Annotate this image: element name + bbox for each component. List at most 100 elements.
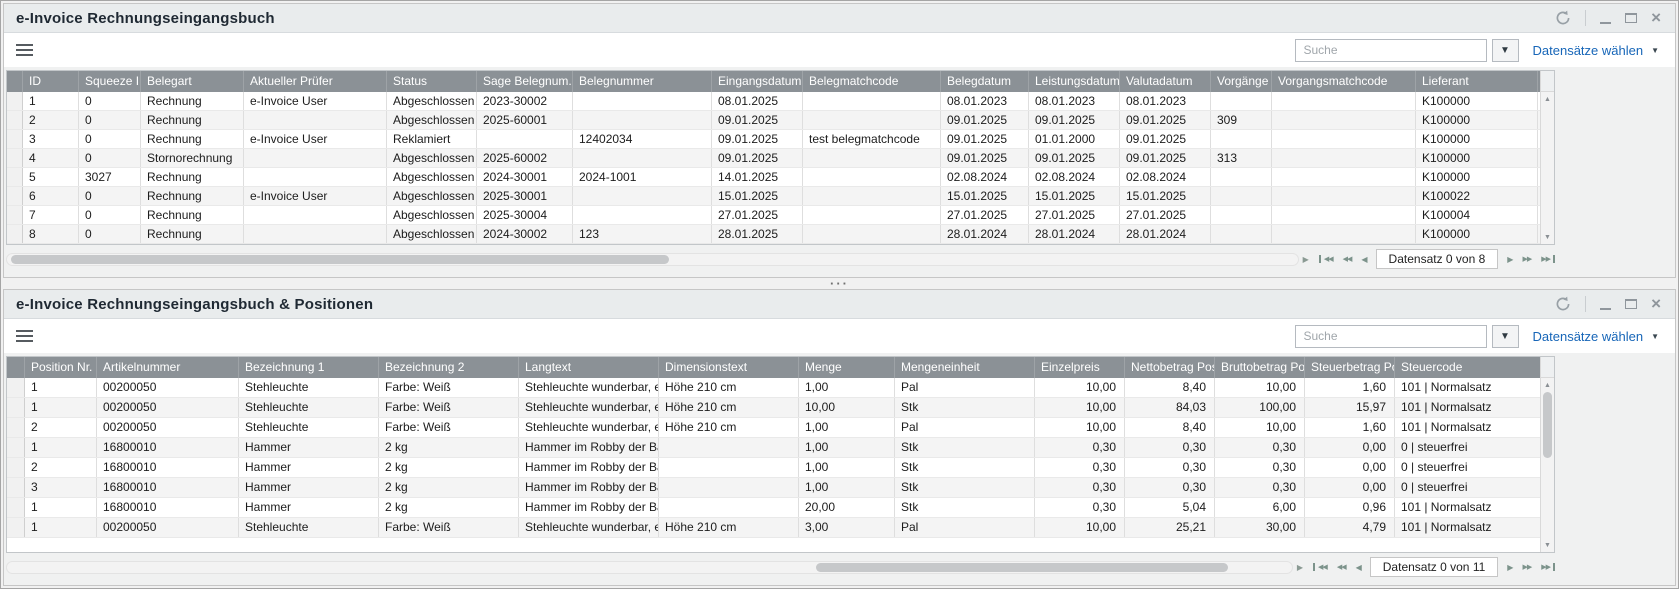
close-icon[interactable]: ×: [1651, 297, 1661, 311]
minimize-button[interactable]: [1600, 299, 1611, 310]
table-row[interactable]: 80RechnungAbgeschlossen2024-3000212328.0…: [7, 225, 1540, 244]
horizontal-scroll-thumb[interactable]: [816, 563, 1227, 572]
table-row[interactable]: 70RechnungAbgeschlossen2025-3000427.01.2…: [7, 206, 1540, 225]
nav-next-page-icon[interactable]: ▶▶: [1517, 563, 1536, 571]
refresh-icon[interactable]: [1555, 10, 1571, 26]
nav-prev-icon[interactable]: ◀: [1356, 255, 1371, 264]
column-header[interactable]: Steuercode: [1395, 357, 1540, 378]
close-icon[interactable]: ×: [1651, 11, 1661, 25]
table-row[interactable]: 116800010Hammer2 kgHammer im Robby der B…: [7, 438, 1540, 458]
column-header[interactable]: [7, 357, 25, 378]
column-header[interactable]: Eingangsdatum: [712, 71, 803, 92]
scroll-right-icon[interactable]: ▶: [1303, 255, 1309, 264]
vertical-scroll-thumb[interactable]: [1543, 392, 1552, 458]
search-input[interactable]: [1295, 325, 1487, 348]
menu-icon[interactable]: [16, 44, 33, 56]
scroll-down-icon[interactable]: ▼: [1541, 538, 1554, 552]
column-header[interactable]: Vorgänge: [1211, 71, 1272, 92]
table-row[interactable]: 200200050StehleuchteFarbe: WeißStehleuch…: [7, 418, 1540, 438]
titlebar-separator: [1585, 10, 1586, 26]
column-header[interactable]: Dimensionstext: [659, 357, 799, 378]
nav-first-icon[interactable]: ◀◀: [1319, 255, 1338, 263]
table-cell: [573, 111, 712, 129]
table-row[interactable]: 316800010Hammer2 kgHammer im Robby der B…: [7, 478, 1540, 498]
column-header[interactable]: Belegdatum: [941, 71, 1029, 92]
nav-prev-page-icon[interactable]: ◀◀: [1332, 563, 1351, 571]
table-cell: [659, 458, 799, 477]
table-row[interactable]: 216800010Hammer2 kgHammer im Robby der B…: [7, 458, 1540, 478]
menu-icon[interactable]: [16, 330, 33, 342]
column-header[interactable]: Steuerbetrag Pos...: [1305, 357, 1395, 378]
panel-titlebar: e-Invoice Rechnungseingangsbuch×: [4, 4, 1675, 33]
vertical-scrollbar[interactable]: ▲▼: [1540, 357, 1554, 552]
nav-next-icon[interactable]: ▶: [1502, 255, 1517, 264]
table-cell: 10,00: [1035, 418, 1125, 437]
column-header[interactable]: Sage Belegnum...: [477, 71, 573, 92]
column-header[interactable]: Artikelnummer: [97, 357, 239, 378]
minimize-button[interactable]: [1600, 13, 1611, 24]
column-header[interactable]: Bruttobetrag Pos...: [1215, 357, 1305, 378]
nav-first-icon[interactable]: ◀◀: [1313, 563, 1332, 571]
column-header[interactable]: Status: [387, 71, 477, 92]
table-row[interactable]: 30Rechnunge-Invoice UserReklamiert124020…: [7, 130, 1540, 149]
nav-last-icon[interactable]: ▶▶: [1536, 255, 1555, 263]
column-header[interactable]: Squeeze ID: [79, 71, 141, 92]
scroll-up-icon[interactable]: ▲: [1541, 378, 1554, 392]
column-header[interactable]: Bezeichnung 2: [379, 357, 519, 378]
table-row[interactable]: 100200050StehleuchteFarbe: WeißStehleuch…: [7, 518, 1540, 538]
table-row[interactable]: 60Rechnunge-Invoice UserAbgeschlossen202…: [7, 187, 1540, 206]
horizontal-scrollbar[interactable]: [6, 561, 1293, 574]
column-header[interactable]: [7, 71, 23, 92]
table-row[interactable]: 53027RechnungAbgeschlossen2024-300012024…: [7, 168, 1540, 187]
vertical-scroll-track[interactable]: [1541, 106, 1554, 230]
table-row[interactable]: 10Rechnunge-Invoice UserAbgeschlossen202…: [7, 92, 1540, 111]
table-cell: 1: [25, 518, 97, 537]
chevron-down-icon: ▼: [1651, 46, 1659, 55]
vertical-scrollbar[interactable]: ▲▼: [1540, 71, 1554, 244]
column-header[interactable]: Leistungsdatum: [1029, 71, 1120, 92]
table-row[interactable]: 40StornorechnungAbgeschlossen2025-600020…: [7, 149, 1540, 168]
search-input[interactable]: [1295, 39, 1487, 62]
table-cell: 20,00: [799, 498, 895, 517]
column-header[interactable]: Vorgangsmatchcode: [1272, 71, 1416, 92]
column-header[interactable]: Nettobetrag Posi...: [1125, 357, 1215, 378]
scroll-right-icon[interactable]: ▶: [1297, 563, 1303, 572]
column-header[interactable]: Belegmatchcode: [803, 71, 941, 92]
nav-next-icon[interactable]: ▶: [1502, 563, 1517, 572]
table-row[interactable]: 20RechnungAbgeschlossen2025-6000109.01.2…: [7, 111, 1540, 130]
column-header[interactable]: Einzelpreis: [1035, 357, 1125, 378]
nav-last-icon[interactable]: ▶▶: [1536, 563, 1555, 571]
nav-prev-icon[interactable]: ◀: [1351, 563, 1366, 572]
column-header[interactable]: Langtext: [519, 357, 659, 378]
table-row[interactable]: 100200050StehleuchteFarbe: WeißStehleuch…: [7, 378, 1540, 398]
table-row[interactable]: 100200050StehleuchteFarbe: WeißStehleuch…: [7, 398, 1540, 418]
table-row[interactable]: 116800010Hammer2 kgHammer im Robby der B…: [7, 498, 1540, 518]
panel-splitter[interactable]: ···: [3, 278, 1676, 289]
nav-prev-page-icon[interactable]: ◀◀: [1338, 255, 1357, 263]
vertical-scroll-track[interactable]: [1541, 392, 1554, 538]
scroll-up-icon[interactable]: ▲: [1541, 92, 1554, 106]
column-header[interactable]: Aktueller Prüfer: [244, 71, 387, 92]
horizontal-scroll-thumb[interactable]: [11, 255, 669, 264]
column-header[interactable]: Mengeneinheit: [895, 357, 1035, 378]
column-header[interactable]: Belegart: [141, 71, 244, 92]
choose-records-link[interactable]: Datensätze wählen: [1533, 43, 1644, 58]
column-header[interactable]: Lieferant: [1416, 71, 1538, 92]
column-header[interactable]: ID: [23, 71, 79, 92]
maximize-button[interactable]: [1625, 13, 1637, 23]
table-cell: 0,00: [1305, 458, 1395, 477]
titlebar-separator: [1585, 296, 1586, 312]
nav-next-page-icon[interactable]: ▶▶: [1517, 255, 1536, 263]
column-header[interactable]: Bezeichnung 1: [239, 357, 379, 378]
filter-dropdown-button[interactable]: ▼: [1492, 325, 1519, 348]
refresh-icon[interactable]: [1555, 296, 1571, 312]
filter-dropdown-button[interactable]: ▼: [1492, 39, 1519, 62]
column-header[interactable]: Valutadatum: [1120, 71, 1211, 92]
scroll-down-icon[interactable]: ▼: [1541, 230, 1554, 244]
choose-records-link[interactable]: Datensätze wählen: [1533, 329, 1644, 344]
maximize-button[interactable]: [1625, 299, 1637, 309]
column-header[interactable]: Belegnummer: [573, 71, 712, 92]
horizontal-scrollbar[interactable]: [6, 253, 1299, 266]
column-header[interactable]: Position Nr.: [25, 357, 97, 378]
column-header[interactable]: Menge: [799, 357, 895, 378]
